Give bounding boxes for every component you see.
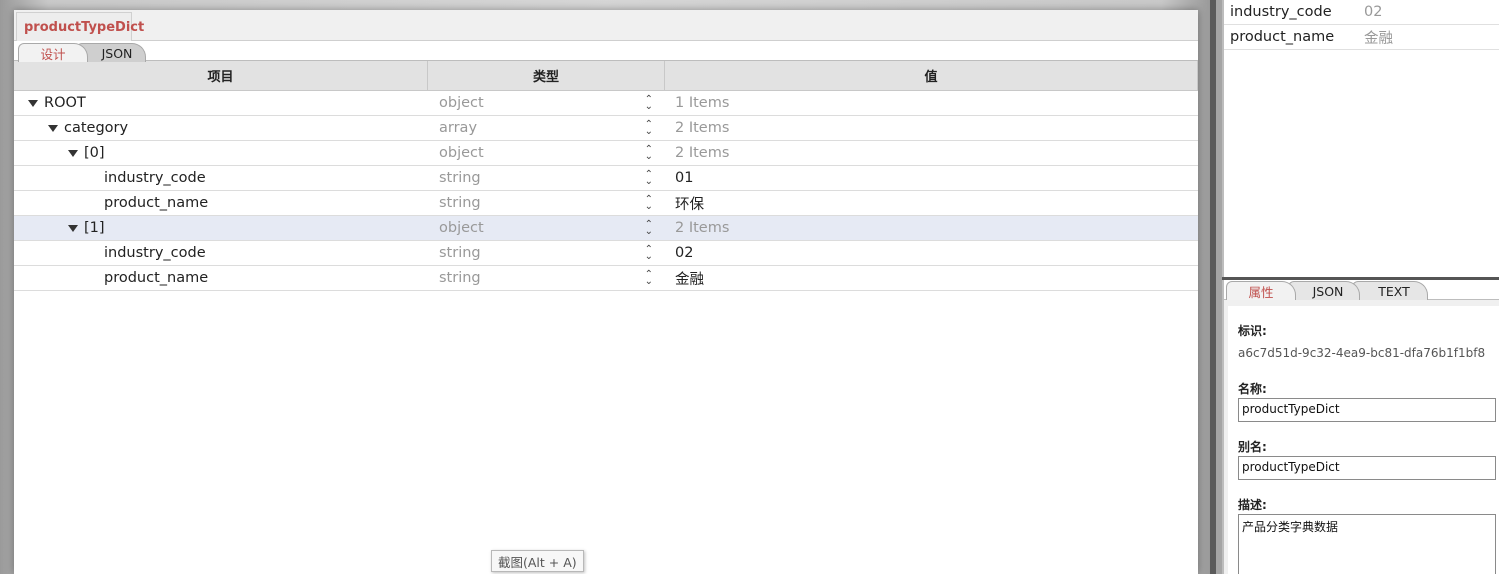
caret-down-icon[interactable] xyxy=(68,149,78,157)
table-row[interactable]: category array ⌃ ⌄ 2 Items xyxy=(14,116,1198,141)
table-row[interactable]: product_name string ⌃ ⌄ 金融 xyxy=(14,266,1198,291)
properties-form: 标识: a6c7d51d-9c32-4ea9-bc81-dfa76b1f1bf8… xyxy=(1228,306,1499,574)
table-row[interactable]: product_name string ⌃ ⌄ 环保 xyxy=(14,191,1198,216)
document-tab[interactable]: productTypeDict xyxy=(16,12,144,41)
node-value[interactable]: 金融 xyxy=(665,268,1198,289)
id-label: 标识: xyxy=(1238,324,1267,338)
node-value: 2 Items xyxy=(675,120,730,136)
item-key: product_name xyxy=(1230,29,1335,45)
list-item[interactable]: product_name 金融 xyxy=(1224,25,1499,50)
view-tabbar: 设计 JSON xyxy=(14,41,1198,62)
table-row-selected[interactable]: [1] object ⌃ ⌄ 2 Items xyxy=(14,216,1198,241)
up-down-chevron-icon: ⌃ ⌄ xyxy=(644,219,653,237)
properties-tabbar: 属性 JSON TEXT xyxy=(1224,280,1499,300)
header-type[interactable]: 类型 xyxy=(428,61,665,90)
up-down-chevron-icon: ⌃ ⌄ xyxy=(644,269,653,287)
caret-down-icon[interactable] xyxy=(68,224,78,232)
up-down-chevron-icon: ⌃ ⌄ xyxy=(644,119,653,137)
description-label: 描述: xyxy=(1238,498,1267,512)
caret-down-icon[interactable] xyxy=(48,124,58,132)
type-select[interactable]: string ⌃ ⌄ xyxy=(428,244,665,262)
grid-header: 项目 类型 值 xyxy=(14,61,1198,91)
node-value[interactable]: 01 xyxy=(665,170,1198,186)
list-item[interactable]: industry_code 02 xyxy=(1224,0,1499,25)
tab-attributes[interactable]: 属性 xyxy=(1226,281,1296,300)
id-value: a6c7d51d-9c32-4ea9-bc81-dfa76b1f1bf8 xyxy=(1238,346,1486,360)
node-value: 1 Items xyxy=(675,95,730,111)
alias-label: 别名: xyxy=(1238,440,1267,454)
table-row[interactable]: ROOT object ⌃ ⌄ 1 Items xyxy=(14,91,1198,116)
type-select[interactable]: object ⌃ ⌄ xyxy=(428,94,665,112)
type-select[interactable]: string ⌃ ⌄ xyxy=(428,194,665,212)
table-row[interactable]: industry_code string ⌃ ⌄ 01 xyxy=(14,166,1198,191)
node-name: [1] xyxy=(84,220,105,236)
properties-panel: 属性 JSON TEXT 标识: a6c7d51d-9c32-4ea9-bc81… xyxy=(1222,280,1499,574)
node-value[interactable]: 02 xyxy=(665,245,1198,261)
up-down-chevron-icon: ⌃ ⌄ xyxy=(644,244,653,262)
up-down-chevron-icon: ⌃ ⌄ xyxy=(644,194,653,212)
up-down-chevron-icon: ⌃ ⌄ xyxy=(644,144,653,162)
table-row[interactable]: [0] object ⌃ ⌄ 2 Items xyxy=(14,141,1198,166)
node-value: 2 Items xyxy=(675,220,730,236)
type-select[interactable]: string ⌃ ⌄ xyxy=(428,269,665,287)
detail-list-panel: industry_code 02 product_name 金融 xyxy=(1222,0,1499,277)
caret-down-icon[interactable] xyxy=(28,99,38,107)
up-down-chevron-icon: ⌃ ⌄ xyxy=(644,94,653,112)
node-name: category xyxy=(64,120,129,136)
tab-props-text[interactable]: TEXT xyxy=(1352,281,1428,300)
type-select[interactable]: string ⌃ ⌄ xyxy=(428,169,665,187)
header-name[interactable]: 项目 xyxy=(14,61,428,90)
type-select[interactable]: object ⌃ ⌄ xyxy=(428,219,665,237)
tab-design[interactable]: 设计 xyxy=(18,43,88,62)
node-name: ROOT xyxy=(44,95,86,111)
name-input[interactable]: productTypeDict xyxy=(1238,398,1496,422)
document-tabbar: productTypeDict xyxy=(14,10,1198,41)
node-name: product_name xyxy=(104,270,209,286)
node-value[interactable]: 环保 xyxy=(665,193,1198,214)
item-value: 金融 xyxy=(1364,30,1393,47)
tree-grid: ROOT object ⌃ ⌄ 1 Items category array ⌃ ⌄… xyxy=(14,91,1198,291)
up-down-chevron-icon: ⌃ ⌄ xyxy=(644,169,653,187)
editor-window: productTypeDict 设计 JSON 项目 类型 值 ROOT obj… xyxy=(14,10,1198,574)
item-value: 02 xyxy=(1364,4,1383,20)
node-name: industry_code xyxy=(104,170,206,186)
screenshot-tooltip: 截图(Alt + A) xyxy=(491,550,584,572)
table-row[interactable]: industry_code string ⌃ ⌄ 02 xyxy=(14,241,1198,266)
item-key: industry_code xyxy=(1230,4,1332,20)
header-value[interactable]: 值 xyxy=(665,61,1198,90)
node-value: 2 Items xyxy=(675,145,730,161)
alias-input[interactable]: productTypeDict xyxy=(1238,456,1496,480)
node-name: industry_code xyxy=(104,245,206,261)
description-textarea[interactable]: 产品分类字典数据 xyxy=(1238,514,1496,574)
node-name: product_name xyxy=(104,195,209,211)
type-select[interactable]: object ⌃ ⌄ xyxy=(428,144,665,162)
tab-props-json[interactable]: JSON xyxy=(1288,281,1360,300)
name-label: 名称: xyxy=(1238,382,1267,396)
node-name: [0] xyxy=(84,145,105,161)
type-select[interactable]: array ⌃ ⌄ xyxy=(428,119,665,137)
